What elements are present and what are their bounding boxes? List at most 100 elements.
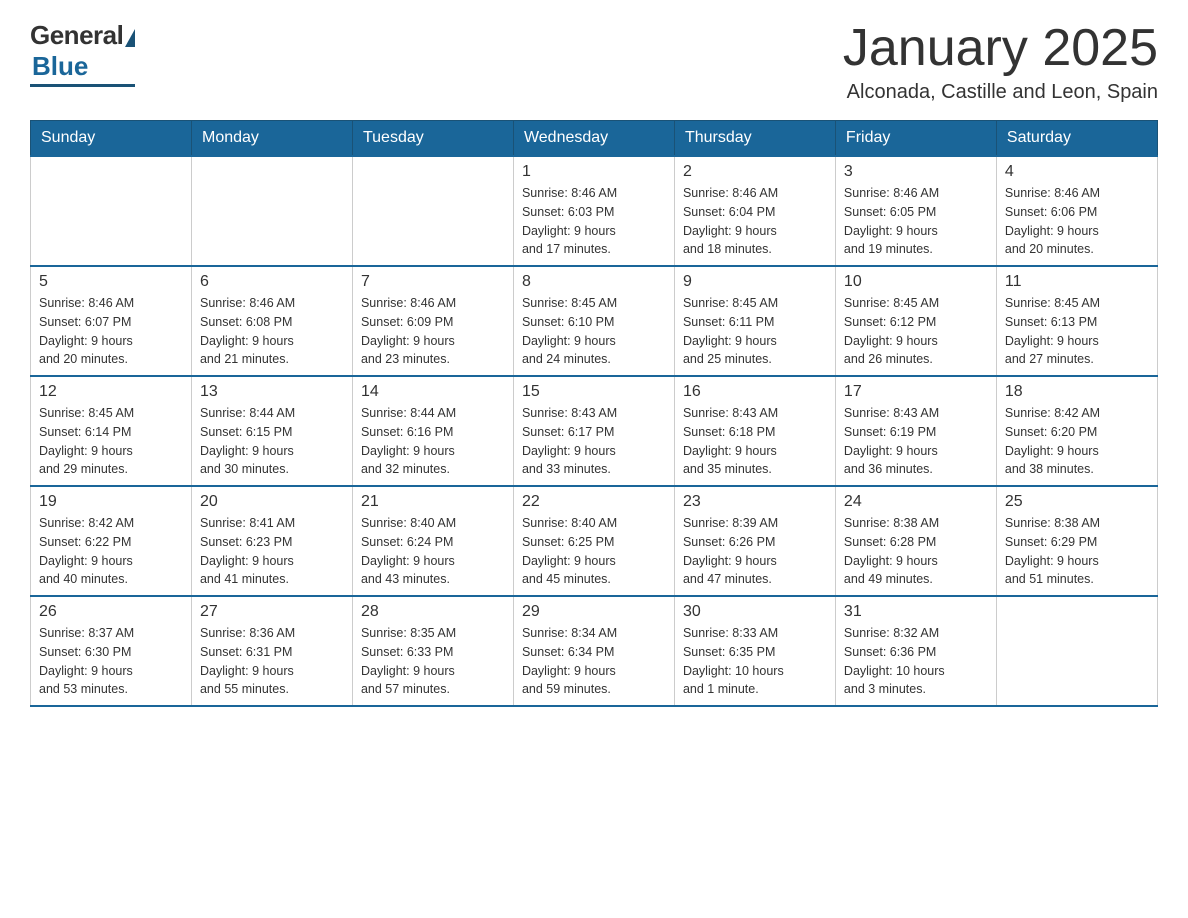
day-info: Sunrise: 8:46 AM Sunset: 6:07 PM Dayligh… — [39, 294, 183, 369]
day-info: Sunrise: 8:46 AM Sunset: 6:08 PM Dayligh… — [200, 294, 344, 369]
calendar-cell: 27Sunrise: 8:36 AM Sunset: 6:31 PM Dayli… — [191, 596, 352, 706]
calendar-cell: 19 Sunrise: 8:42 AM Sunset: 6:22 PM Dayli… — [31, 486, 192, 596]
day-info: Sunrise: 8:42 AM Sunset: 6:20 PM Dayligh… — [1005, 404, 1149, 479]
day-number: 1 — [522, 163, 666, 181]
calendar-cell: 1 Sunrise: 8:46 AM Sunset: 6:03 PM Daylig… — [513, 156, 674, 266]
page-header: General Blue January 2025 Alconada, Cast… — [30, 20, 1158, 104]
day-number: 2 — [683, 163, 827, 181]
day-number: 16 — [683, 383, 827, 401]
calendar-cell: 2Sunrise: 8:46 AM Sunset: 6:04 PM Daylig… — [674, 156, 835, 266]
calendar-cell: 21 Sunrise: 8:40 AM Sunset: 6:24 PM Dayli… — [352, 486, 513, 596]
day-info: Sunrise: 8:38 AM Sunset: 6:29 PM Dayligh… — [1005, 514, 1149, 589]
day-number: 24 — [844, 493, 988, 511]
calendar-cell: 26 Sunrise: 8:37 AM Sunset: 6:30 PM Dayli… — [31, 596, 192, 706]
day-number: 28 — [361, 603, 505, 621]
calendar-cell: 17 Sunrise: 8:43 AM Sunset: 6:19 PM Dayli… — [835, 376, 996, 486]
day-number: 15 — [522, 383, 666, 401]
calendar-cell: 11 Sunrise: 8:45 AM Sunset: 6:13 PM Dayli… — [996, 266, 1157, 376]
day-info: Sunrise: 8:32 AM Sunset: 6:36 PM Dayligh… — [844, 624, 988, 699]
weekday-header-saturday: Saturday — [996, 121, 1157, 157]
day-info: Sunrise: 8:43 AM Sunset: 6:17 PM Dayligh… — [522, 404, 666, 479]
calendar-cell: 5 Sunrise: 8:46 AM Sunset: 6:07 PM Daylig… — [31, 266, 192, 376]
day-number: 29 — [522, 603, 666, 621]
day-info: Sunrise: 8:45 AM Sunset: 6:11 PM Dayligh… — [683, 294, 827, 369]
week-row-2: 5 Sunrise: 8:46 AM Sunset: 6:07 PM Daylig… — [31, 266, 1158, 376]
logo-underline — [30, 84, 135, 87]
day-info: Sunrise: 8:42 AM Sunset: 6:22 PM Dayligh… — [39, 514, 183, 589]
day-number: 22 — [522, 493, 666, 511]
day-info: Sunrise: 8:45 AM Sunset: 6:10 PM Dayligh… — [522, 294, 666, 369]
day-info: Sunrise: 8:39 AM Sunset: 6:26 PM Dayligh… — [683, 514, 827, 589]
calendar-cell: 20 Sunrise: 8:41 AM Sunset: 6:23 PM Dayli… — [191, 486, 352, 596]
calendar-cell: 10 Sunrise: 8:45 AM Sunset: 6:12 PM Dayli… — [835, 266, 996, 376]
day-info: Sunrise: 8:35 AM Sunset: 6:33 PM Dayligh… — [361, 624, 505, 699]
weekday-header-wednesday: Wednesday — [513, 121, 674, 157]
day-number: 17 — [844, 383, 988, 401]
day-info: Sunrise: 8:45 AM Sunset: 6:12 PM Dayligh… — [844, 294, 988, 369]
day-number: 7 — [361, 273, 505, 291]
weekday-header-sunday: Sunday — [31, 121, 192, 157]
day-info: Sunrise: 8:38 AM Sunset: 6:28 PM Dayligh… — [844, 514, 988, 589]
calendar-cell: 13Sunrise: 8:44 AM Sunset: 6:15 PM Dayli… — [191, 376, 352, 486]
calendar-cell: 16 Sunrise: 8:43 AM Sunset: 6:18 PM Dayli… — [674, 376, 835, 486]
calendar-cell: 18Sunrise: 8:42 AM Sunset: 6:20 PM Dayli… — [996, 376, 1157, 486]
day-number: 19 — [39, 493, 183, 511]
weekday-header-row: SundayMondayTuesdayWednesdayThursdayFrid… — [31, 121, 1158, 157]
day-number: 21 — [361, 493, 505, 511]
calendar-cell: 28 Sunrise: 8:35 AM Sunset: 6:33 PM Dayli… — [352, 596, 513, 706]
day-number: 11 — [1005, 273, 1149, 291]
day-number: 6 — [200, 273, 344, 291]
calendar-cell: 4 Sunrise: 8:46 AM Sunset: 6:06 PM Daylig… — [996, 156, 1157, 266]
calendar-cell — [31, 156, 192, 266]
calendar-cell: 15 Sunrise: 8:43 AM Sunset: 6:17 PM Dayli… — [513, 376, 674, 486]
title-section: January 2025 Alconada, Castille and Leon… — [843, 20, 1158, 104]
calendar-cell: 14Sunrise: 8:44 AM Sunset: 6:16 PM Dayli… — [352, 376, 513, 486]
day-info: Sunrise: 8:44 AM Sunset: 6:16 PM Dayligh… — [361, 404, 505, 479]
day-info: Sunrise: 8:34 AM Sunset: 6:34 PM Dayligh… — [522, 624, 666, 699]
day-number: 25 — [1005, 493, 1149, 511]
day-number: 5 — [39, 273, 183, 291]
day-number: 20 — [200, 493, 344, 511]
day-info: Sunrise: 8:40 AM Sunset: 6:24 PM Dayligh… — [361, 514, 505, 589]
day-info: Sunrise: 8:45 AM Sunset: 6:13 PM Dayligh… — [1005, 294, 1149, 369]
day-number: 23 — [683, 493, 827, 511]
day-info: Sunrise: 8:43 AM Sunset: 6:18 PM Dayligh… — [683, 404, 827, 479]
month-title: January 2025 — [843, 20, 1158, 77]
calendar-cell: 29 Sunrise: 8:34 AM Sunset: 6:34 PM Dayli… — [513, 596, 674, 706]
day-number: 12 — [39, 383, 183, 401]
day-info: Sunrise: 8:41 AM Sunset: 6:23 PM Dayligh… — [200, 514, 344, 589]
day-info: Sunrise: 8:46 AM Sunset: 6:06 PM Dayligh… — [1005, 184, 1149, 259]
week-row-3: 12 Sunrise: 8:45 AM Sunset: 6:14 PM Dayli… — [31, 376, 1158, 486]
calendar-cell — [996, 596, 1157, 706]
calendar-cell — [352, 156, 513, 266]
day-info: Sunrise: 8:46 AM Sunset: 6:09 PM Dayligh… — [361, 294, 505, 369]
day-info: Sunrise: 8:45 AM Sunset: 6:14 PM Dayligh… — [39, 404, 183, 479]
calendar-cell: 24 Sunrise: 8:38 AM Sunset: 6:28 PM Dayli… — [835, 486, 996, 596]
calendar-cell: 30Sunrise: 8:33 AM Sunset: 6:35 PM Dayli… — [674, 596, 835, 706]
calendar-cell: 6 Sunrise: 8:46 AM Sunset: 6:08 PM Daylig… — [191, 266, 352, 376]
day-number: 4 — [1005, 163, 1149, 181]
weekday-header-tuesday: Tuesday — [352, 121, 513, 157]
weekday-header-friday: Friday — [835, 121, 996, 157]
calendar-cell: 9Sunrise: 8:45 AM Sunset: 6:11 PM Daylig… — [674, 266, 835, 376]
logo-general-text: General — [30, 20, 123, 51]
day-info: Sunrise: 8:36 AM Sunset: 6:31 PM Dayligh… — [200, 624, 344, 699]
day-info: Sunrise: 8:37 AM Sunset: 6:30 PM Dayligh… — [39, 624, 183, 699]
day-number: 31 — [844, 603, 988, 621]
calendar-cell: 25 Sunrise: 8:38 AM Sunset: 6:29 PM Dayli… — [996, 486, 1157, 596]
day-info: Sunrise: 8:43 AM Sunset: 6:19 PM Dayligh… — [844, 404, 988, 479]
day-number: 3 — [844, 163, 988, 181]
calendar-cell: 31 Sunrise: 8:32 AM Sunset: 6:36 PM Dayli… — [835, 596, 996, 706]
calendar-cell: 3Sunrise: 8:46 AM Sunset: 6:05 PM Daylig… — [835, 156, 996, 266]
calendar-cell — [191, 156, 352, 266]
day-info: Sunrise: 8:46 AM Sunset: 6:03 PM Dayligh… — [522, 184, 666, 259]
day-number: 26 — [39, 603, 183, 621]
day-number: 10 — [844, 273, 988, 291]
calendar-cell: 8Sunrise: 8:45 AM Sunset: 6:10 PM Daylig… — [513, 266, 674, 376]
location-title: Alconada, Castille and Leon, Spain — [843, 81, 1158, 104]
weekday-header-thursday: Thursday — [674, 121, 835, 157]
logo-triangle-icon — [125, 29, 135, 47]
week-row-1: 1 Sunrise: 8:46 AM Sunset: 6:03 PM Daylig… — [31, 156, 1158, 266]
week-row-5: 26 Sunrise: 8:37 AM Sunset: 6:30 PM Dayli… — [31, 596, 1158, 706]
calendar-cell: 12 Sunrise: 8:45 AM Sunset: 6:14 PM Dayli… — [31, 376, 192, 486]
